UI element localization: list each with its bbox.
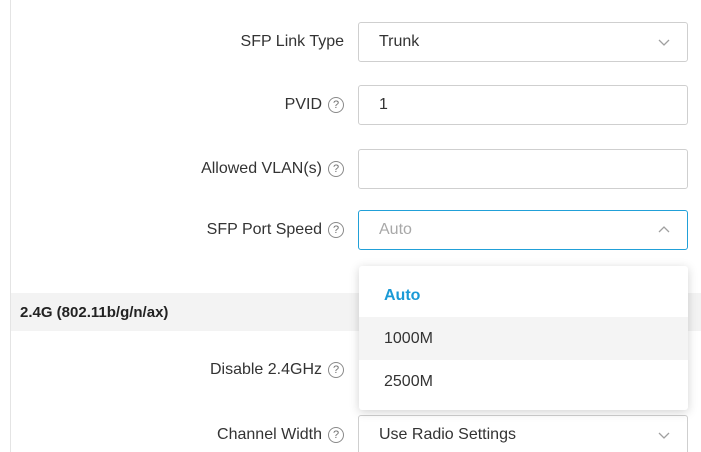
- sfp-link-type-select[interactable]: Trunk: [358, 22, 688, 62]
- sfp-port-speed-label: SFP Port Speed ?: [207, 210, 344, 250]
- disable-24ghz-label: Disable 2.4GHz ?: [210, 350, 344, 390]
- channel-width-select[interactable]: Use Radio Settings: [358, 415, 688, 452]
- disable-24ghz-label-text: Disable 2.4GHz: [209, 361, 322, 378]
- dropdown-option-2500m[interactable]: 2500M: [359, 360, 688, 403]
- sfp-port-speed-value: Auto: [379, 221, 412, 238]
- help-icon[interactable]: ?: [328, 97, 344, 113]
- help-icon[interactable]: ?: [328, 161, 344, 177]
- help-icon[interactable]: ?: [328, 222, 344, 238]
- help-icon[interactable]: ?: [328, 362, 344, 378]
- section-title: 2.4G (802.11b/g/n/ax): [20, 303, 169, 321]
- pvid-label: PVID ?: [285, 85, 344, 125]
- sfp-link-type-label: SFP Link Type: [241, 22, 344, 62]
- sfp-port-speed-dropdown: Auto 1000M 2500M: [359, 266, 688, 410]
- channel-width-label: Channel Width ?: [217, 415, 344, 452]
- sfp-link-type-label-text: SFP Link Type: [240, 33, 344, 50]
- allowed-vlans-label: Allowed VLAN(s) ?: [201, 149, 344, 189]
- pvid-label-text: PVID: [284, 96, 322, 113]
- channel-width-value: Use Radio Settings: [379, 426, 516, 443]
- chevron-up-icon: [658, 226, 670, 233]
- sfp-port-speed-select[interactable]: Auto: [358, 210, 688, 250]
- sfp-port-speed-label-text: SFP Port Speed: [206, 221, 322, 238]
- dropdown-option-1000m[interactable]: 1000M: [359, 317, 688, 360]
- settings-page: SFP Link Type Trunk PVID ? 1 Allowed VLA…: [0, 0, 701, 452]
- chevron-down-icon: [658, 39, 670, 46]
- allowed-vlans-input[interactable]: [358, 149, 688, 189]
- help-icon[interactable]: ?: [328, 427, 344, 443]
- panel-border: [10, 0, 11, 452]
- allowed-vlans-label-text: Allowed VLAN(s): [201, 160, 322, 177]
- pvid-value: 1: [379, 96, 388, 113]
- sfp-link-type-value: Trunk: [379, 33, 420, 50]
- channel-width-label-text: Channel Width: [217, 426, 322, 443]
- chevron-down-icon: [658, 432, 670, 439]
- dropdown-option-auto[interactable]: Auto: [359, 274, 688, 317]
- pvid-input[interactable]: 1: [358, 85, 688, 125]
